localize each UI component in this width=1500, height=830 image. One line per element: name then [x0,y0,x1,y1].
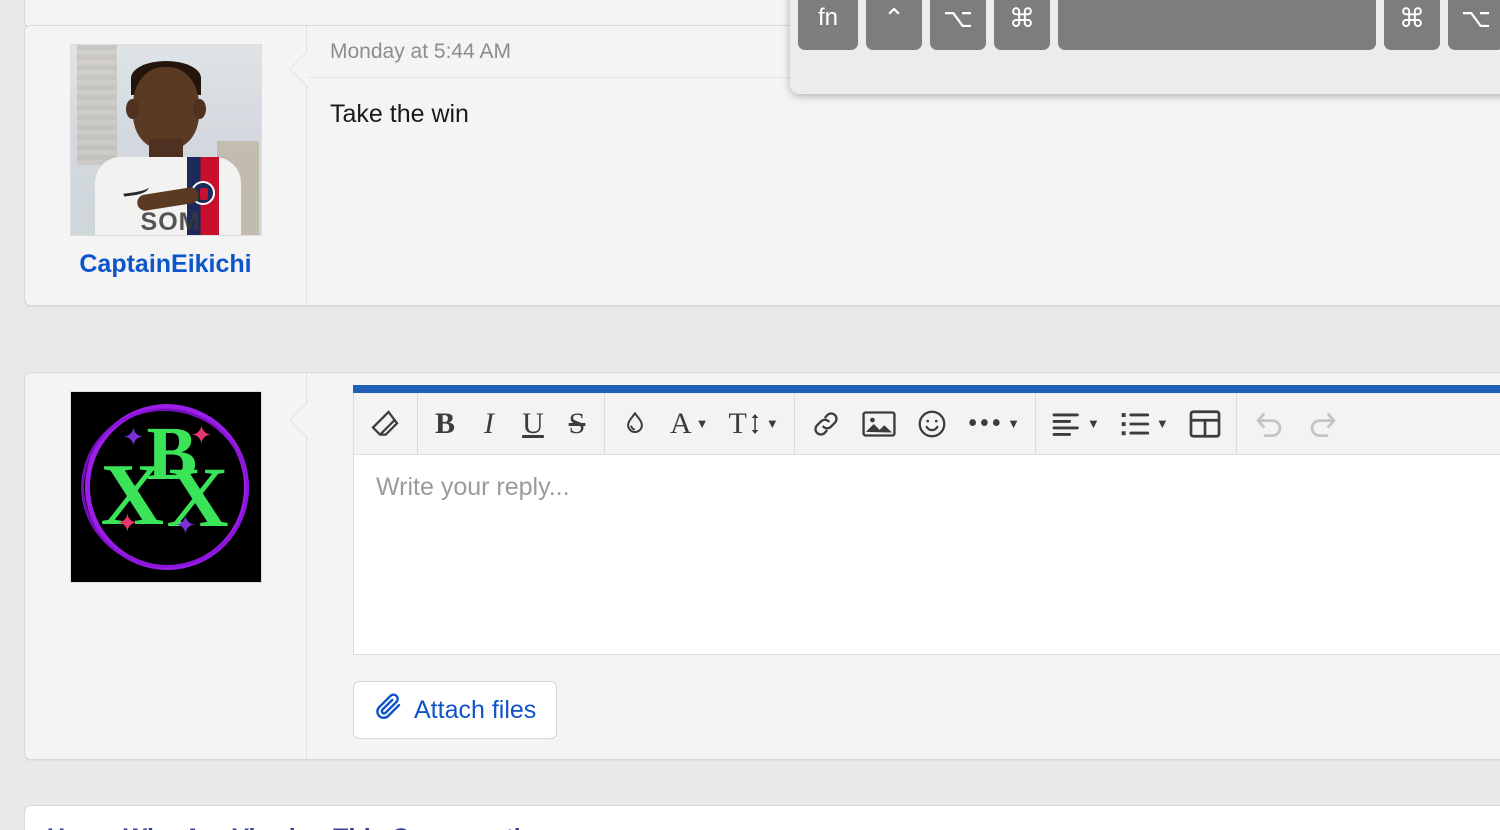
post-author-column: SOM CaptainEikichi [25,26,307,305]
post-timestamp[interactable]: Monday at 5:44 AM [330,40,511,64]
avatar-star-3: ✦ [116,508,139,538]
avatar-star-4: ✦ [174,510,197,540]
toolbar-separator [1235,392,1237,455]
key-control[interactable]: ⌃ [866,0,922,50]
font-family-button[interactable]: A ▼ [660,394,719,454]
key-option-right[interactable]: ⌥ [1448,0,1500,50]
underline-button[interactable]: U [511,394,555,454]
forum-thread-page: SOM CaptainEikichi Monday at 5:44 AM Tak… [0,0,1500,830]
avatar-head [132,67,199,149]
key-fn[interactable]: fn [798,0,858,50]
editor-accent-bar [353,385,1500,393]
avatar-star-2: ✦ [190,420,213,450]
reply-editor-card: X B X ✦ ✦ ✦ ✦ B I U S A ▼ T ▼ ••• ▼ ▼ ▼ … [24,372,1500,760]
author-username[interactable]: CaptainEikichi [79,250,251,279]
reply-actions: Attach files [353,681,1500,739]
toolbar-separator [793,392,795,455]
toolbar-separator [604,392,605,455]
viewers-card: Users Who Are Viewing This Conversation [24,805,1500,830]
reply-input[interactable]: Write your reply... [353,455,1500,655]
key-space[interactable] [1058,0,1376,50]
reply-author-column: X B X ✦ ✦ ✦ ✦ [25,373,307,759]
insert-link-button[interactable] [800,394,852,454]
rich-text-editor: B I U S A ▼ T ▼ ••• ▼ ▼ ▼ Write your rep… [353,385,1500,739]
chevron-down-icon: ▼ [1087,415,1100,431]
insert-table-button[interactable] [1179,394,1231,454]
chevron-down-icon: ▼ [765,415,779,431]
toolbar-separator [1035,392,1037,455]
remove-format-button[interactable] [358,394,412,454]
avatar[interactable]: SOM [69,44,262,236]
list-button[interactable]: ▼ [1110,394,1179,454]
text-align-button[interactable]: ▼ [1041,394,1110,454]
key-command-right[interactable]: ⌘ [1384,0,1440,50]
italic-button[interactable]: I [467,394,511,454]
chevron-down-icon: ▼ [695,415,709,431]
bold-button[interactable]: B [423,394,467,454]
attach-files-label: Attach files [414,695,537,724]
toolbar-separator [417,392,418,455]
key-command-left[interactable]: ⌘ [994,0,1050,50]
attach-files-button[interactable]: Attach files [353,681,558,739]
paperclip-icon [374,692,404,729]
reply-caret [290,401,309,439]
undo-button[interactable] [1242,394,1296,454]
message-caret [290,50,309,88]
text-color-button[interactable] [610,394,660,454]
background-tower [76,45,117,165]
reply-editor-column: B I U S A ▼ T ▼ ••• ▼ ▼ ▼ Write your rep… [290,373,1500,759]
strikethrough-button[interactable]: S [555,394,599,454]
more-options-button[interactable]: ••• ▼ [958,394,1030,454]
redo-button[interactable] [1296,394,1350,454]
chevron-down-icon: ▼ [1155,415,1169,431]
avatar-ear-right [192,99,206,119]
keyboard-row-modifiers: fn ⌃ ⌥ ⌘ ⌘ ⌥ [798,0,1500,50]
avatar-ear-left [125,99,139,119]
avatar-star-1: ✦ [122,422,145,452]
insert-image-button[interactable] [852,394,906,454]
viewers-link[interactable]: Users Who Are Viewing This Conversation [25,806,1500,830]
avatar[interactable]: X B X ✦ ✦ ✦ ✦ [69,391,262,583]
font-size-button[interactable]: T ▼ [719,394,789,454]
keyboard-viewer-overlay[interactable]: Z X C V B N M , . / fn ⌃ ⌥ ⌘ ⌘ ⌥ [790,0,1500,94]
avatar-wordmark: SOM [140,208,201,236]
editor-toolbar: B I U S A ▼ T ▼ ••• ▼ ▼ ▼ [353,392,1500,455]
insert-emoji-button[interactable] [906,394,958,454]
chevron-down-icon: ▼ [1007,415,1021,431]
key-option-left[interactable]: ⌥ [930,0,986,50]
